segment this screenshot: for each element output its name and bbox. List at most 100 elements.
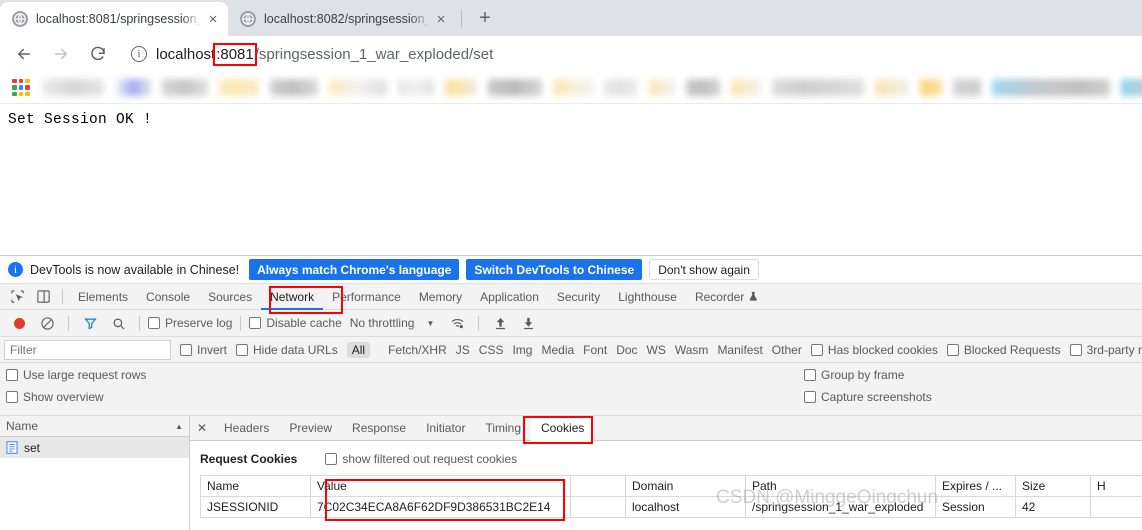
column-header-size[interactable]: Size bbox=[1015, 475, 1091, 497]
bookmark-item[interactable] bbox=[398, 79, 434, 96]
bookmark-item[interactable] bbox=[604, 79, 638, 96]
tab-recorder[interactable]: Recorder bbox=[686, 283, 768, 310]
throttling-select[interactable]: No throttling bbox=[350, 316, 415, 330]
bookmark-item[interactable] bbox=[42, 79, 104, 96]
inspect-cursor-icon[interactable] bbox=[4, 285, 30, 309]
browser-tab-1[interactable]: localhost:8082/springsession_1 × bbox=[228, 2, 456, 36]
column-header-expires[interactable]: Expires / ... bbox=[935, 475, 1016, 497]
tab-network[interactable]: Network bbox=[261, 283, 324, 310]
filter-type-fetch-xhr[interactable]: Fetch/XHR bbox=[388, 343, 447, 357]
column-header-domain[interactable]: Domain bbox=[625, 475, 746, 497]
filter-type-wasm[interactable]: Wasm bbox=[675, 343, 709, 357]
detail-tab-response[interactable]: Response bbox=[342, 416, 416, 441]
detail-tab-preview[interactable]: Preview bbox=[279, 416, 342, 441]
bookmark-item[interactable] bbox=[992, 79, 1110, 96]
invert-checkbox[interactable]: Invert bbox=[180, 343, 227, 357]
filter-type-css[interactable]: CSS bbox=[479, 343, 504, 357]
use-large-rows-checkbox[interactable]: Use large request rows bbox=[6, 368, 146, 382]
filter-type-ws[interactable]: WS bbox=[647, 343, 666, 357]
capture-screenshots-checkbox[interactable]: Capture screenshots bbox=[804, 390, 932, 404]
filter-type-all[interactable]: All bbox=[346, 341, 371, 358]
bookmark-item[interactable] bbox=[953, 79, 981, 96]
blocked-requests-checkbox[interactable]: Blocked Requests bbox=[946, 343, 1061, 357]
clear-circle-slash-icon[interactable] bbox=[34, 311, 60, 335]
funnel-icon[interactable] bbox=[77, 311, 103, 335]
column-header-name[interactable]: Name bbox=[200, 475, 311, 497]
column-header-value[interactable]: Value bbox=[310, 475, 571, 497]
detail-tab-cookies[interactable]: Cookies bbox=[531, 415, 595, 441]
record-dot-icon[interactable] bbox=[6, 311, 32, 335]
tab-elements[interactable]: Elements bbox=[69, 283, 137, 310]
checkbox-box bbox=[236, 343, 249, 356]
bookmark-item[interactable] bbox=[162, 79, 208, 96]
chevron-down-icon[interactable]: ▼ bbox=[426, 319, 434, 328]
bookmark-item[interactable] bbox=[1121, 79, 1142, 96]
column-header-httponly[interactable]: H bbox=[1090, 475, 1142, 497]
bookmark-item[interactable] bbox=[553, 79, 593, 96]
tab-sources[interactable]: Sources bbox=[199, 283, 261, 310]
tab-lighthouse[interactable]: Lighthouse bbox=[609, 283, 686, 310]
bookmark-item[interactable] bbox=[731, 79, 761, 96]
has-blocked-cookies-checkbox[interactable]: Has blocked cookies bbox=[810, 343, 938, 357]
request-list-header[interactable]: Name ▲ bbox=[0, 416, 189, 437]
filter-input[interactable] bbox=[4, 339, 171, 360]
download-arrow-icon[interactable] bbox=[515, 311, 541, 335]
bookmark-item[interactable] bbox=[488, 79, 542, 96]
bookmark-item[interactable] bbox=[875, 79, 909, 96]
device-toggle-icon[interactable] bbox=[30, 285, 56, 309]
apps-grid-icon[interactable] bbox=[12, 78, 30, 97]
reload-icon[interactable] bbox=[84, 40, 112, 68]
cell-expires: Session bbox=[935, 496, 1016, 518]
bookmark-item[interactable] bbox=[686, 79, 720, 96]
third-party-requests-checkbox[interactable]: 3rd-party req bbox=[1069, 343, 1142, 357]
tab-console[interactable]: Console bbox=[137, 283, 199, 310]
back-arrow-icon[interactable] bbox=[10, 40, 38, 68]
filter-type-js[interactable]: JS bbox=[456, 343, 470, 357]
filter-type-manifest[interactable]: Manifest bbox=[717, 343, 762, 357]
table-row[interactable]: JSESSIONID 7C02C34ECA8A6F62DF9D386531BC2… bbox=[200, 496, 1142, 518]
bookmark-item[interactable] bbox=[270, 79, 318, 96]
detail-tab-headers[interactable]: Headers bbox=[214, 416, 279, 441]
bookmark-item[interactable] bbox=[329, 79, 387, 96]
info-circle-icon[interactable]: i bbox=[131, 46, 147, 62]
switch-to-chinese-button[interactable]: Switch DevTools to Chinese bbox=[466, 259, 643, 280]
detail-tab-timing[interactable]: Timing bbox=[475, 416, 531, 441]
detail-tab-initiator[interactable]: Initiator bbox=[416, 416, 475, 441]
show-filtered-cookies-checkbox[interactable]: show filtered out request cookies bbox=[325, 452, 517, 466]
hide-data-urls-checkbox[interactable]: Hide data URLs bbox=[236, 343, 338, 357]
new-tab-button[interactable]: + bbox=[471, 4, 499, 32]
wifi-settings-icon[interactable] bbox=[444, 311, 470, 335]
filter-type-media[interactable]: Media bbox=[541, 343, 574, 357]
bookmark-item[interactable] bbox=[772, 79, 864, 96]
filter-type-img[interactable]: Img bbox=[512, 343, 532, 357]
bookmark-item[interactable] bbox=[920, 79, 942, 96]
address-bar[interactable]: i localhost:8081/springsession_1_war_exp… bbox=[121, 41, 1132, 67]
filter-type-doc[interactable]: Doc bbox=[616, 343, 637, 357]
request-row-set[interactable]: set bbox=[0, 437, 189, 458]
tab-performance[interactable]: Performance bbox=[323, 283, 410, 310]
sort-ascending-icon[interactable]: ▲ bbox=[175, 422, 183, 431]
bookmark-item[interactable] bbox=[445, 79, 477, 96]
tab-memory[interactable]: Memory bbox=[410, 283, 471, 310]
column-header-path[interactable]: Path bbox=[745, 475, 936, 497]
dont-show-again-button[interactable]: Don't show again bbox=[649, 259, 759, 280]
show-overview-checkbox[interactable]: Show overview bbox=[6, 390, 146, 404]
always-match-language-button[interactable]: Always match Chrome's language bbox=[249, 259, 460, 280]
browser-tab-0[interactable]: localhost:8081/springsession_1 × bbox=[0, 2, 228, 36]
group-by-frame-checkbox[interactable]: Group by frame bbox=[804, 368, 932, 382]
preserve-log-checkbox[interactable]: Preserve log bbox=[148, 316, 232, 330]
bookmark-item[interactable] bbox=[219, 79, 259, 96]
close-icon[interactable]: × bbox=[432, 10, 450, 28]
disable-cache-checkbox[interactable]: Disable cache bbox=[249, 316, 342, 330]
upload-arrow-icon[interactable] bbox=[487, 311, 513, 335]
column-header-blank[interactable] bbox=[570, 475, 626, 497]
tab-application[interactable]: Application bbox=[471, 283, 548, 310]
tab-security[interactable]: Security bbox=[548, 283, 609, 310]
close-detail-icon[interactable]: ✕ bbox=[190, 421, 214, 435]
bookmark-item[interactable] bbox=[649, 79, 675, 96]
close-icon[interactable]: × bbox=[204, 10, 222, 28]
filter-type-other[interactable]: Other bbox=[772, 343, 802, 357]
bookmark-item[interactable] bbox=[115, 79, 151, 96]
filter-type-font[interactable]: Font bbox=[583, 343, 607, 357]
search-icon[interactable] bbox=[105, 311, 131, 335]
